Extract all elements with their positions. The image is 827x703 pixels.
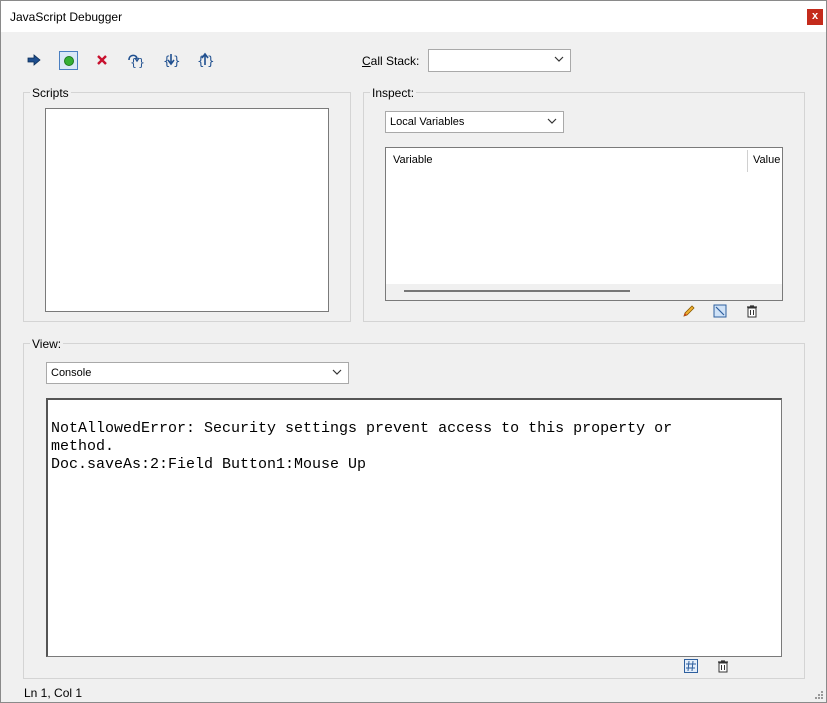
new-watch-button[interactable] <box>712 303 728 319</box>
column-header-variable[interactable]: Variable <box>393 154 433 166</box>
view-dropdown[interactable]: Console <box>46 362 349 384</box>
chevron-down-icon <box>554 56 564 62</box>
column-header-value[interactable]: Value <box>753 154 780 166</box>
delete-variable-button[interactable] <box>744 303 760 319</box>
edit-variable-button[interactable] <box>681 303 697 319</box>
quit-button[interactable] <box>93 51 111 69</box>
red-x-icon <box>97 55 107 65</box>
console-line: method. <box>51 438 115 455</box>
console-line: NotAllowedError: Security settings preve… <box>51 420 673 437</box>
cursor-position: Ln 1, Col 1 <box>24 686 83 700</box>
arrow-right-icon <box>27 54 41 66</box>
step-over-button[interactable]: }{ <box>127 51 145 69</box>
chevron-down-icon <box>332 369 342 375</box>
watch-window-icon <box>713 304 727 318</box>
trash-icon <box>747 305 757 318</box>
inspect-dropdown-value: Local Variables <box>390 116 465 128</box>
scripts-title: Scripts <box>30 86 71 100</box>
svg-text:}: } <box>138 56 145 68</box>
console-text: NotAllowedError: Security settings preve… <box>51 420 672 474</box>
green-dot-icon <box>63 55 74 66</box>
svg-text:}: } <box>207 54 214 68</box>
view-title: View: <box>30 337 64 351</box>
call-stack-label: Call Stack: <box>362 54 419 68</box>
call-stack-label-text: all Stack: <box>370 54 420 68</box>
title-bar: JavaScript Debugger x <box>1 1 826 32</box>
svg-text:{: { <box>130 56 137 68</box>
chevron-down-icon <box>547 118 557 124</box>
hash-icon <box>684 659 698 673</box>
step-out-button[interactable]: {} <box>196 51 214 69</box>
console-line: Doc.saveAs:2:Field Button1:Mouse Up <box>51 456 367 473</box>
scripts-list[interactable] <box>45 108 329 312</box>
close-button[interactable]: x <box>807 9 823 25</box>
trash-icon <box>718 660 728 673</box>
inspect-dropdown[interactable]: Local Variables <box>385 111 564 133</box>
resume-button[interactable] <box>25 51 43 69</box>
view-dropdown-value: Console <box>51 367 92 379</box>
clear-console-button[interactable] <box>715 658 731 674</box>
pause-button[interactable] <box>59 51 78 70</box>
call-stack-dropdown[interactable] <box>428 49 571 72</box>
variables-table[interactable]: Variable Value <box>385 147 783 301</box>
resize-grip-icon[interactable] <box>813 689 823 699</box>
inspect-title: Inspect: <box>370 86 417 100</box>
step-into-button[interactable]: {} <box>162 51 180 69</box>
call-stack-label-mnemonic: C <box>362 54 371 68</box>
horizontal-scrollbar[interactable] <box>386 284 782 300</box>
pencil-icon <box>683 305 695 317</box>
window-title: JavaScript Debugger <box>10 10 123 24</box>
step-into-icon: {} <box>163 54 180 68</box>
line-numbers-button[interactable] <box>683 658 699 674</box>
scrollbar-thumb[interactable] <box>404 290 630 292</box>
column-divider[interactable] <box>747 150 748 172</box>
console-output[interactable]: NotAllowedError: Security settings preve… <box>46 398 782 657</box>
step-over-icon: }{ <box>128 54 145 68</box>
step-out-icon: {} <box>197 52 214 68</box>
debugger-window: JavaScript Debugger x }{ {} {} Call Stac… <box>0 0 827 703</box>
